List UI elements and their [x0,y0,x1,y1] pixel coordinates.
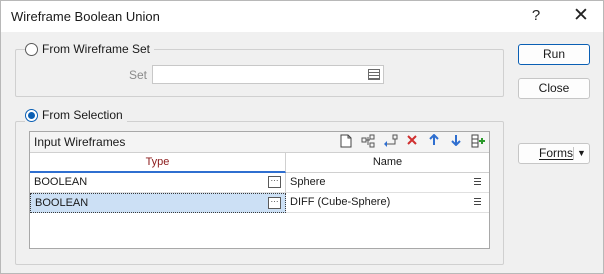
delete-icon[interactable] [404,134,420,150]
help-icon[interactable]: ? [522,5,550,27]
forms-label: Forms [539,146,573,160]
from-selection-label: From Selection [42,108,123,122]
list-menu-icon[interactable] [474,178,481,187]
table-row[interactable]: BOOLEAN ··· Sphere [30,173,489,193]
list-menu-icon[interactable] [474,198,481,207]
from-selection-option[interactable]: From Selection [25,108,127,122]
dialog-window: Wireframe Boolean Union ? ✕ From Wirefra… [0,0,604,274]
from-wireframe-set-label: From Wireframe Set [42,42,151,56]
forms-divider [573,147,574,160]
ellipsis-icon[interactable]: ··· [268,197,281,209]
name-value: Sphere [290,176,326,188]
window-title: Wireframe Boolean Union [11,9,160,24]
chevron-down-icon[interactable]: ▼ [577,144,586,163]
new-icon[interactable] [338,134,354,150]
input-wireframes-grid: Input Wireframes Type Name BOOLEAN ··· S… [29,131,490,249]
title-bar: Wireframe Boolean Union ? ✕ [1,1,603,32]
close-button[interactable]: Close [518,78,590,99]
browse-list-icon[interactable] [368,69,380,80]
close-icon[interactable]: ✕ [567,5,595,27]
from-wireframe-set-option[interactable]: From Wireframe Set [25,42,155,56]
type-cell[interactable]: BOOLEAN ··· [30,193,286,213]
from-wireframe-set-radio[interactable] [25,42,38,56]
name-cell[interactable]: DIFF (Cube-Sphere) [286,193,489,213]
insert-icon[interactable] [382,134,398,150]
move-down-icon[interactable] [448,134,464,150]
append-icon[interactable] [470,134,486,150]
add-icon[interactable] [360,134,376,150]
type-cell[interactable]: BOOLEAN ··· [30,173,286,193]
set-label: Set [129,68,148,82]
ellipsis-icon[interactable]: ··· [268,176,281,188]
grid-title: Input Wireframes [34,135,126,149]
type-value: BOOLEAN [34,176,88,188]
name-cell[interactable]: Sphere [286,173,489,193]
move-up-icon[interactable] [426,133,442,150]
set-input[interactable] [152,65,384,84]
forms-button[interactable]: Forms ▼ [518,143,590,164]
from-selection-radio[interactable] [25,108,38,122]
table-row[interactable]: BOOLEAN ··· DIFF (Cube-Sphere) [30,193,489,213]
column-header-type[interactable]: Type [30,153,286,173]
run-button[interactable]: Run [518,44,590,65]
column-header-name[interactable]: Name [286,153,489,173]
grid-toolbar: Input Wireframes [30,132,489,153]
name-value: DIFF (Cube-Sphere) [290,196,391,208]
type-value: BOOLEAN [35,197,89,209]
